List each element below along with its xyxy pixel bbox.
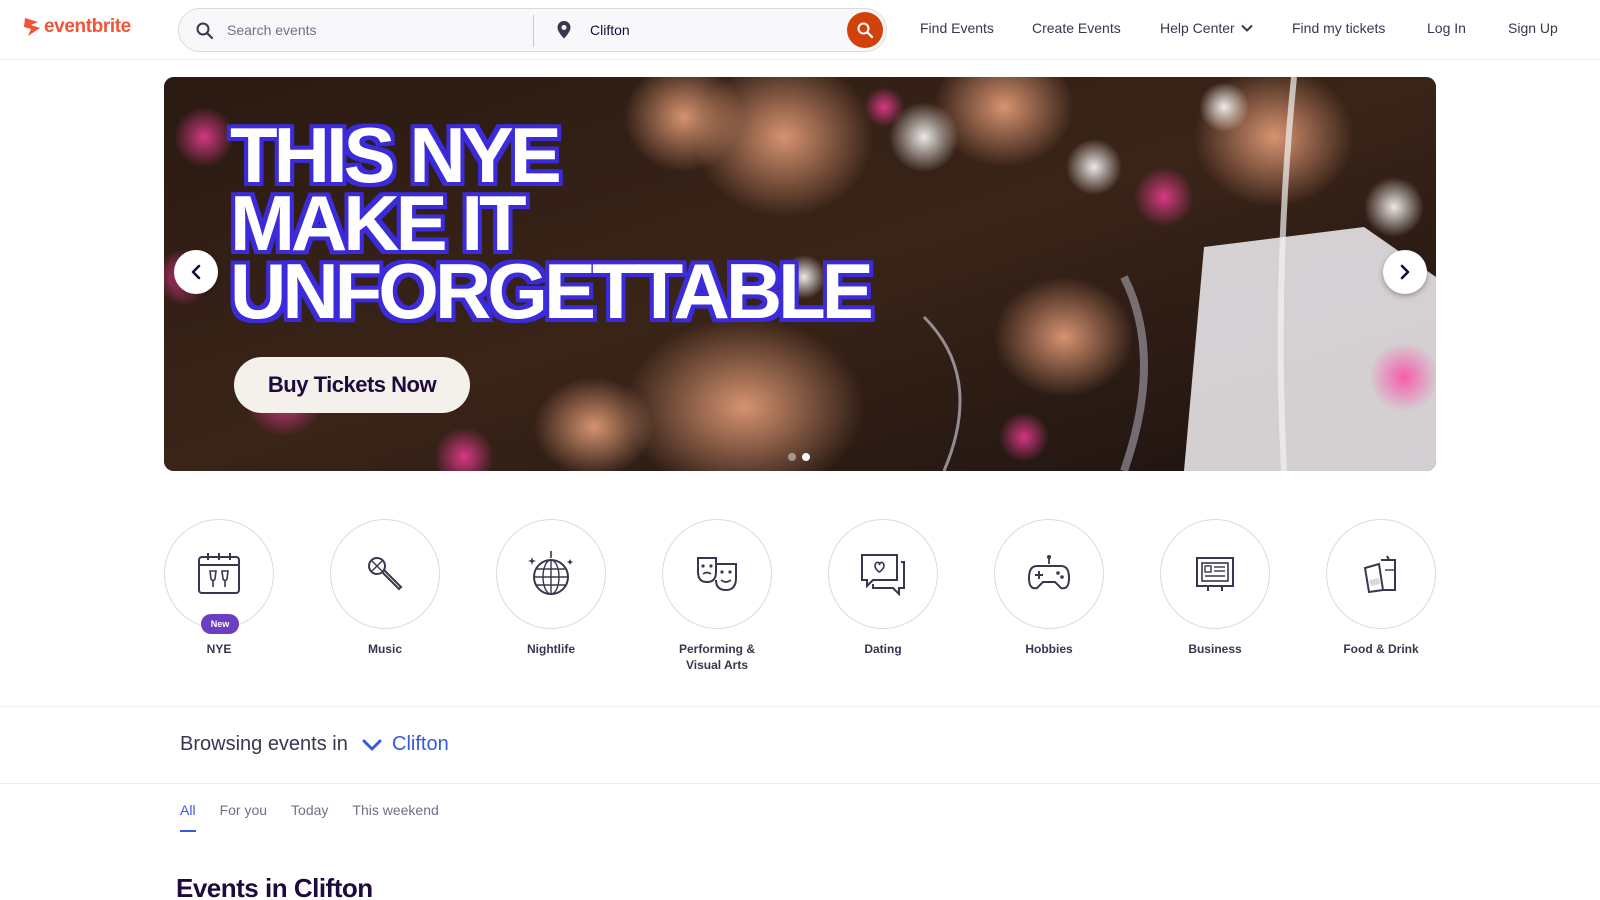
- search-divider: [533, 15, 534, 47]
- browse-label: Browsing events in: [180, 733, 348, 755]
- chat-heart-icon: [861, 554, 905, 596]
- category-label: Hobbies: [1025, 642, 1073, 656]
- calendar-champagne-icon: [198, 553, 240, 594]
- nav-find-events[interactable]: Find Events: [920, 20, 994, 36]
- category-food-drink-circle: [1326, 519, 1436, 629]
- presentation-board-icon: [1196, 557, 1234, 591]
- category-label: Music: [367, 642, 402, 656]
- carousel-dots: [788, 453, 810, 461]
- event-filter-tabs: All For you Today This weekend: [180, 802, 439, 832]
- chevron-down-icon: [362, 739, 382, 750]
- eventbrite-logo-icon: [24, 18, 40, 36]
- carousel-dot-2[interactable]: [802, 453, 810, 461]
- category-label: Food & Drink: [1343, 642, 1419, 656]
- events-section-title: Events in Clifton: [176, 873, 373, 900]
- category-label: Performing & Visual Arts: [678, 642, 755, 672]
- browse-location-value: Clifton: [392, 733, 449, 755]
- location-pin-icon: [557, 21, 571, 39]
- category-label: Dating: [864, 642, 902, 656]
- search-icon: [196, 22, 214, 40]
- logo-text: eventbrite: [44, 16, 131, 37]
- tab-this-weekend[interactable]: This weekend: [352, 802, 438, 832]
- carousel-dot-1[interactable]: [788, 453, 796, 461]
- category-label: Business: [1188, 642, 1242, 656]
- search-button[interactable]: [847, 12, 883, 48]
- nav-help-center[interactable]: Help Center: [1160, 20, 1253, 36]
- new-badge: New: [201, 614, 239, 634]
- microphone-icon: [368, 557, 403, 591]
- nav-find-my-tickets[interactable]: Find my tickets: [1292, 20, 1385, 36]
- category-dating[interactable]: Dating: [828, 519, 938, 657]
- eventbrite-logo[interactable]: eventbrite: [22, 16, 131, 38]
- category-dating-circle: [828, 519, 938, 629]
- tab-all[interactable]: All: [180, 802, 196, 832]
- category-hobbies-circle: [994, 519, 1104, 629]
- location-input[interactable]: [590, 19, 830, 41]
- nav-help-center-label: Help Center: [1160, 20, 1235, 36]
- category-hobbies[interactable]: Hobbies: [994, 519, 1104, 657]
- hero-banner[interactable]: THIS NYE MAKE IT UNFORGETTABLE Buy Ticke…: [164, 77, 1436, 471]
- category-food-drink[interactable]: Food & Drink: [1326, 519, 1436, 657]
- category-music[interactable]: Music: [330, 519, 440, 657]
- hero-headline: THIS NYE MAKE IT UNFORGETTABLE: [230, 116, 874, 335]
- category-performing-visual-arts[interactable]: Performing & Visual Arts: [662, 519, 772, 673]
- nav-log-in[interactable]: Log In: [1427, 20, 1466, 36]
- gamepad-icon: [1027, 555, 1071, 590]
- category-arts-circle: [662, 519, 772, 629]
- nav-sign-up[interactable]: Sign Up: [1508, 20, 1558, 36]
- category-nightlife[interactable]: Nightlife: [496, 519, 606, 657]
- category-nightlife-circle: [496, 519, 606, 629]
- disco-ball-icon: [528, 551, 573, 595]
- tab-for-you[interactable]: For you: [220, 802, 267, 832]
- category-business[interactable]: Business: [1160, 519, 1270, 657]
- browse-location-dropdown[interactable]: Clifton: [362, 733, 449, 756]
- tab-today[interactable]: Today: [291, 802, 328, 832]
- carousel-next-button[interactable]: [1383, 250, 1427, 294]
- chevron-down-icon: [1240, 24, 1253, 32]
- hero-headline-line-3: UNFORGETTABLE: [230, 247, 874, 335]
- category-label: Nightlife: [527, 642, 575, 656]
- top-header: eventbrite Find Events Create Events Hel…: [0, 0, 1600, 60]
- category-nye-circle: New: [164, 519, 274, 634]
- search-icon: [857, 22, 874, 39]
- category-business-circle: [1160, 519, 1270, 629]
- nav-create-events[interactable]: Create Events: [1032, 20, 1121, 36]
- chevron-right-icon: [1400, 264, 1410, 280]
- theater-masks-icon: [697, 557, 737, 592]
- category-music-circle: [330, 519, 440, 629]
- category-nye[interactable]: New NYE: [164, 519, 274, 657]
- carousel-prev-button[interactable]: [174, 250, 218, 294]
- browse-location-bar: Browsing events in Clifton: [0, 706, 1600, 784]
- search-bar: [178, 8, 887, 52]
- category-label: NYE: [206, 642, 232, 656]
- drinks-icon: [1363, 555, 1396, 594]
- buy-tickets-button[interactable]: Buy Tickets Now: [234, 357, 470, 413]
- chevron-left-icon: [191, 264, 201, 280]
